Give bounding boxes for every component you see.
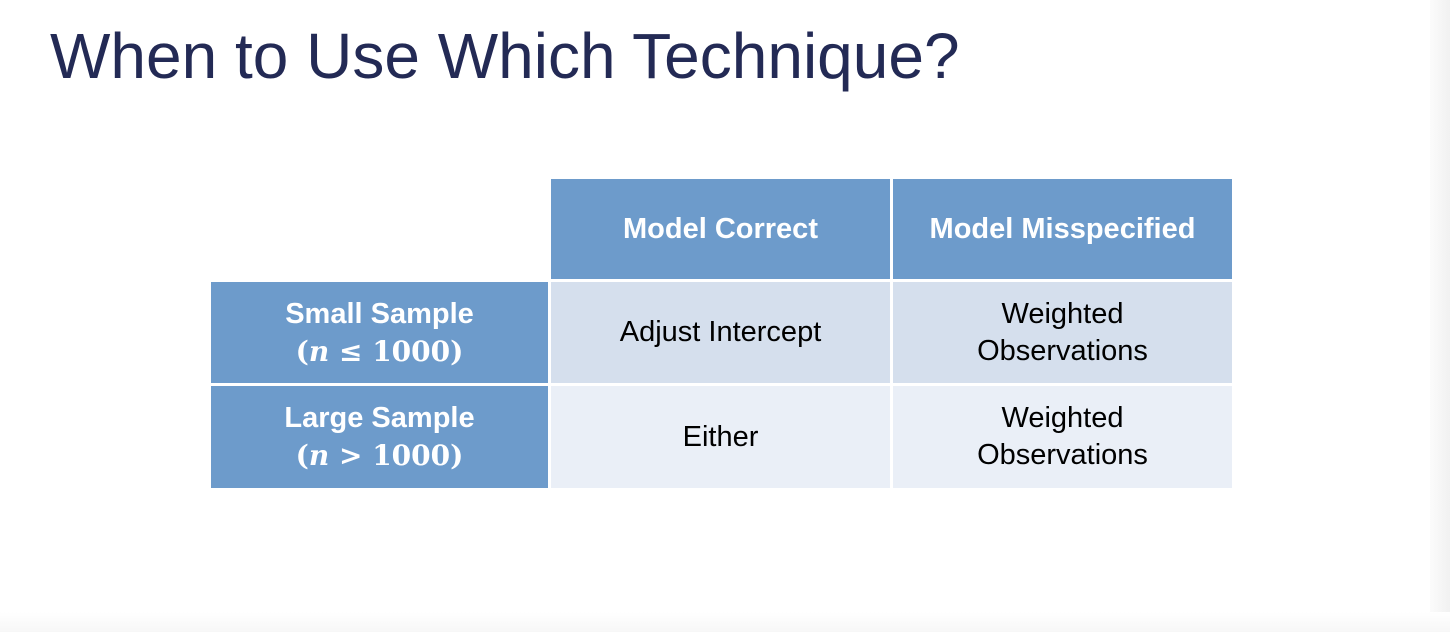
slide-title: When to Use Which Technique? [50,20,960,92]
condition-variable: n [308,439,330,472]
column-header-model-misspecified: Model Misspecified [893,179,1232,279]
cell-text: Weighted [1001,402,1124,434]
row-condition: (n > 1000) [296,437,464,474]
row-label: Small Sample [285,297,474,330]
table-cell: Weighted Observations [893,386,1232,488]
table-corner-cell [211,179,548,279]
condition-bound: > 1000) [329,439,464,472]
condition-bound: ≤ 1000) [329,334,464,368]
table-cell: Either [551,386,890,488]
cell-text: Either [682,420,759,453]
cell-text: Observations [977,334,1148,367]
row-header-small-sample: Small Sample (n ≤ 1000) [211,282,548,383]
cell-text: Adjust Intercept [619,316,822,348]
cell-text: Weighted [1001,297,1124,330]
cell-text: Observations [977,439,1148,471]
technique-table: Model Correct Model Misspecified Small S… [211,179,1232,488]
slide-bottom-shadow [0,612,1450,632]
table-cell: Adjust Intercept [551,282,890,383]
column-header-model-correct: Model Correct [551,179,890,279]
row-label: Large Sample [284,402,475,434]
row-header-large-sample: Large Sample (n > 1000) [211,386,548,488]
condition-open: ( [295,334,309,368]
row-condition: (n ≤ 1000) [296,333,464,370]
slide-edge-shadow [1430,0,1450,632]
slide: When to Use Which Technique? Model Corre… [0,0,1450,632]
condition-variable: n [308,334,330,368]
table-cell: Weighted Observations [893,282,1232,383]
condition-open: ( [295,439,309,472]
